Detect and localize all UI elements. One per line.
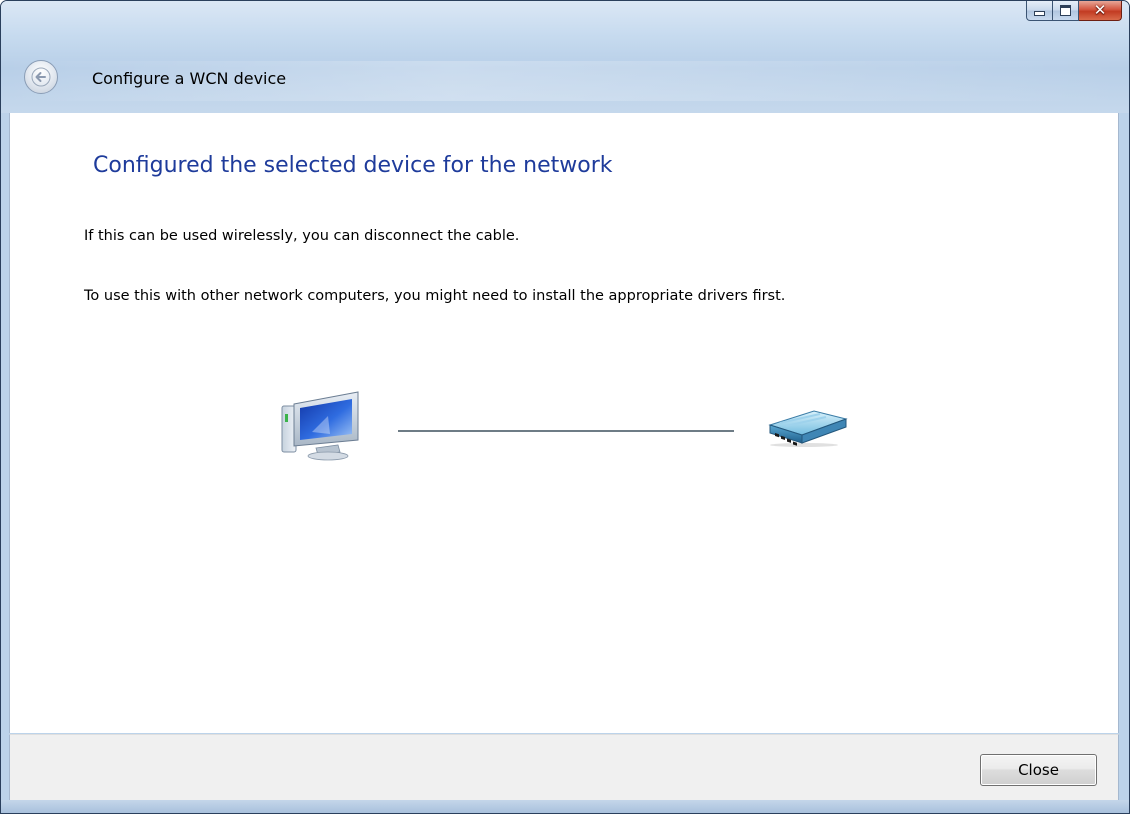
back-button[interactable]: [24, 60, 58, 94]
close-icon: ✕: [1093, 1, 1107, 19]
caption-buttons: ✕: [1026, 1, 1122, 22]
back-arrow-icon: [31, 67, 51, 87]
computer-icon: [281, 391, 359, 461]
wireless-info-text: If this can be used wirelessly, you can …: [84, 228, 520, 244]
window-close-button[interactable]: ✕: [1079, 1, 1122, 21]
main-instruction: Configured the selected device for the n…: [93, 153, 613, 178]
navigation-bar: Configure a WCN device: [1, 57, 1129, 97]
close-button[interactable]: Close: [980, 754, 1097, 786]
minimize-button[interactable]: [1026, 1, 1053, 21]
maximize-icon: [1060, 5, 1071, 16]
drivers-info-text: To use this with other network computers…: [84, 288, 786, 304]
window-frame-bottom: [1, 800, 1129, 813]
wizard-title: Configure a WCN device: [92, 69, 287, 88]
wizard-window: ✕ Configure a WCN device Configured the …: [0, 0, 1130, 814]
wizard-content: Configured the selected device for the n…: [9, 113, 1119, 733]
wizard-footer: Close: [9, 734, 1119, 802]
maximize-button[interactable]: [1053, 1, 1079, 21]
router-icon: [768, 410, 848, 447]
minimize-icon: [1034, 11, 1045, 16]
connection-line: [398, 430, 734, 432]
